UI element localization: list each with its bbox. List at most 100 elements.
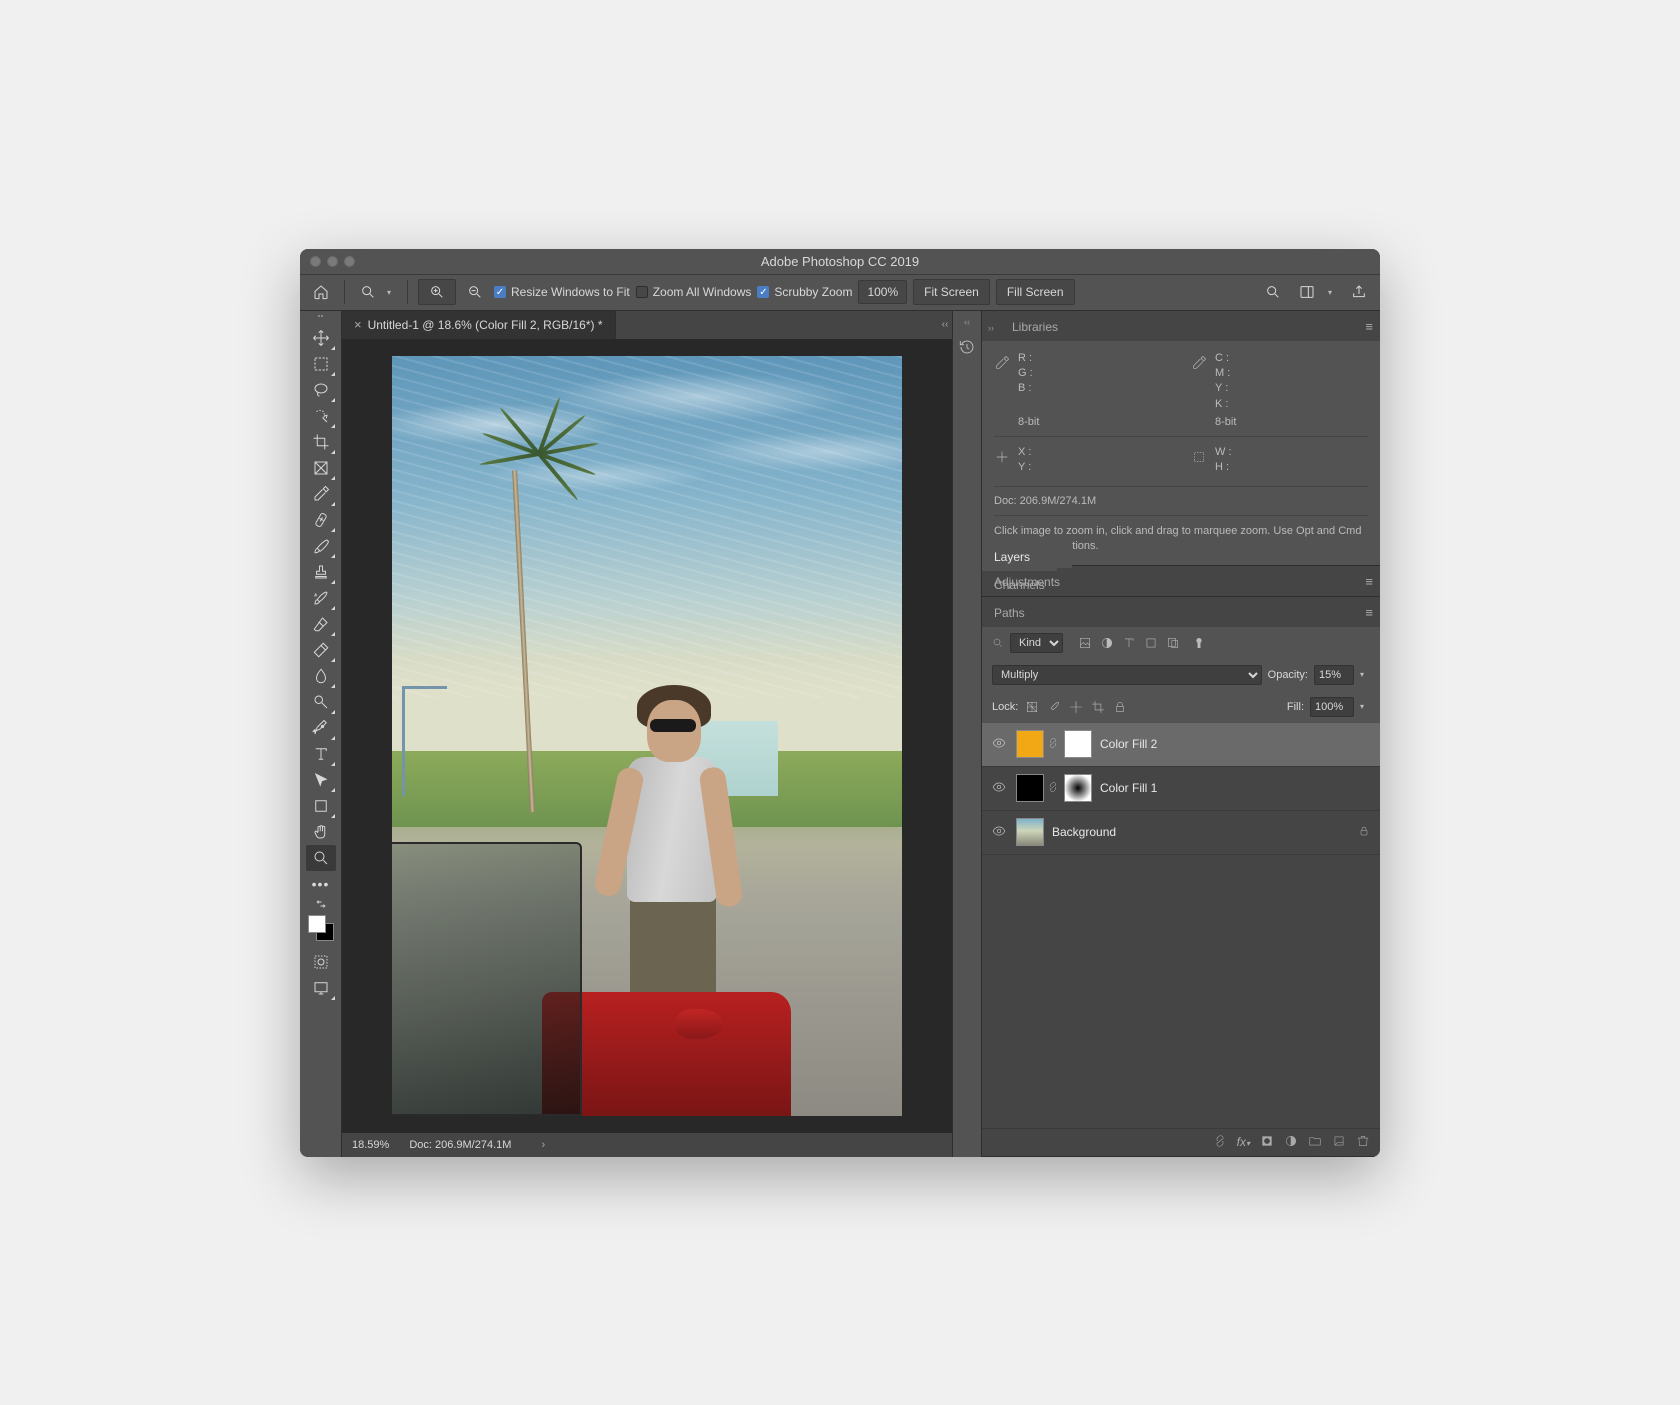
crop-tool[interactable]	[306, 429, 336, 455]
layer-row[interactable]: Background	[982, 811, 1380, 855]
frame-tool[interactable]	[306, 455, 336, 481]
document-tab[interactable]: × Untitled-1 @ 18.6% (Color Fill 2, RGB/…	[342, 311, 616, 339]
home-button[interactable]	[308, 279, 334, 305]
collapse-group-icon[interactable]: ››	[982, 323, 1000, 341]
close-window-button[interactable]	[310, 256, 321, 267]
panel-menu-icon[interactable]: ≡	[1365, 319, 1374, 334]
new-layer-icon[interactable]	[1332, 1134, 1346, 1151]
opacity-dropdown[interactable]: ▾	[1360, 670, 1370, 679]
layer-name[interactable]: Background	[1052, 825, 1116, 839]
brush-tool[interactable]	[306, 533, 336, 559]
healing-tool[interactable]	[306, 507, 336, 533]
expand-dock-icon[interactable]: ‹‹	[964, 317, 970, 327]
tab-paths[interactable]: Paths	[982, 599, 1057, 627]
filter-toggle-icon[interactable]	[1191, 635, 1207, 651]
pen-tool[interactable]	[306, 715, 336, 741]
layer-thumbnails[interactable]	[1016, 774, 1092, 802]
screen-mode-button[interactable]	[306, 975, 336, 1001]
layer-name[interactable]: Color Fill 2	[1100, 737, 1157, 751]
workspace-dropdown[interactable]: ▾	[1328, 288, 1338, 297]
zoom-tool[interactable]	[306, 845, 336, 871]
search-button[interactable]	[1260, 279, 1286, 305]
visibility-toggle-icon[interactable]	[992, 736, 1008, 753]
collapse-tabs-icon[interactable]: ‹‹	[938, 319, 952, 330]
zoom-out-button[interactable]	[462, 279, 488, 305]
link-mask-icon[interactable]	[1047, 737, 1061, 751]
edit-toolbar-button[interactable]: •••	[306, 871, 336, 897]
type-tool[interactable]	[306, 741, 336, 767]
share-button[interactable]	[1346, 279, 1372, 305]
layer-row[interactable]: Color Fill 1	[982, 767, 1380, 811]
eraser-tool[interactable]	[306, 611, 336, 637]
lock-all-icon[interactable]	[1112, 699, 1128, 715]
fill-screen-button[interactable]: Fill Screen	[996, 279, 1075, 305]
fg-bg-swatches[interactable]	[308, 915, 334, 941]
layer-fx-icon[interactable]: fx▾	[1237, 1135, 1250, 1149]
status-menu-icon[interactable]: ›	[541, 1139, 545, 1151]
scrubby-zoom-checkbox[interactable]: Scrubby Zoom	[757, 285, 852, 299]
filter-shape-icon[interactable]	[1143, 635, 1159, 651]
tab-layers[interactable]: Layers	[982, 543, 1057, 571]
eyedropper-tool[interactable]	[306, 481, 336, 507]
close-tab-icon[interactable]: ×	[354, 317, 362, 332]
lock-icon[interactable]	[1358, 825, 1370, 840]
status-zoom[interactable]: 18.59%	[352, 1139, 389, 1151]
blur-tool[interactable]	[306, 663, 336, 689]
new-adjustment-icon[interactable]	[1284, 1134, 1298, 1151]
fill-dropdown[interactable]: ▾	[1360, 702, 1370, 711]
move-tool[interactable]	[306, 325, 336, 351]
filter-pixel-icon[interactable]	[1077, 635, 1093, 651]
layer-thumbnails[interactable]	[1016, 818, 1044, 846]
tool-preset-dropdown[interactable]: ▾	[387, 288, 397, 297]
layer-name[interactable]: Color Fill 1	[1100, 781, 1157, 795]
add-mask-icon[interactable]	[1260, 1134, 1274, 1151]
maximize-window-button[interactable]	[344, 256, 355, 267]
panel-menu-icon[interactable]: ≡	[1365, 574, 1374, 589]
workspace-button[interactable]	[1294, 279, 1320, 305]
tab-channels[interactable]: Channels	[982, 571, 1057, 599]
filter-adjust-icon[interactable]	[1099, 635, 1115, 651]
tools-grip[interactable]	[306, 315, 336, 321]
status-doc-size[interactable]: Doc: 206.9M/274.1M	[409, 1139, 511, 1151]
link-layers-icon[interactable]	[1213, 1134, 1227, 1151]
fit-screen-button[interactable]: Fit Screen	[913, 279, 990, 305]
lock-pixels-icon[interactable]	[1046, 699, 1062, 715]
tab-libraries[interactable]: Libraries	[1000, 313, 1076, 341]
history-dock-icon[interactable]	[956, 336, 978, 358]
path-select-tool[interactable]	[306, 767, 336, 793]
zoom-percent-field[interactable]: 100%	[858, 280, 907, 304]
visibility-toggle-icon[interactable]	[992, 780, 1008, 797]
filter-type-icon[interactable]	[1121, 635, 1137, 651]
layer-filter-select[interactable]: Kind	[1010, 633, 1063, 653]
stamp-tool[interactable]	[306, 559, 336, 585]
opacity-field[interactable]	[1314, 665, 1354, 685]
history-brush-tool[interactable]	[306, 585, 336, 611]
gradient-tool[interactable]	[306, 637, 336, 663]
hand-tool[interactable]	[306, 819, 336, 845]
panel-menu-icon[interactable]: ≡	[1365, 605, 1374, 620]
dodge-tool[interactable]	[306, 689, 336, 715]
quick-select-tool[interactable]	[306, 403, 336, 429]
layer-thumbnails[interactable]	[1016, 730, 1092, 758]
link-mask-icon[interactable]	[1047, 781, 1061, 795]
layer-row[interactable]: Color Fill 2	[982, 723, 1380, 767]
visibility-toggle-icon[interactable]	[992, 824, 1008, 841]
filter-smart-icon[interactable]	[1165, 635, 1181, 651]
zoom-all-checkbox[interactable]: Zoom All Windows	[636, 285, 752, 299]
minimize-window-button[interactable]	[327, 256, 338, 267]
canvas[interactable]	[342, 339, 952, 1133]
marquee-tool[interactable]	[306, 351, 336, 377]
fill-field[interactable]	[1310, 697, 1354, 717]
delete-layer-icon[interactable]	[1356, 1134, 1370, 1151]
blend-mode-select[interactable]: Multiply	[992, 665, 1262, 685]
swap-colors-icon[interactable]	[306, 897, 336, 911]
lock-transparent-icon[interactable]	[1024, 699, 1040, 715]
quick-mask-button[interactable]	[306, 949, 336, 975]
lasso-tool[interactable]	[306, 377, 336, 403]
new-group-icon[interactable]	[1308, 1134, 1322, 1151]
tool-preset-icon[interactable]	[355, 279, 381, 305]
lock-artboard-icon[interactable]	[1090, 699, 1106, 715]
shape-tool[interactable]	[306, 793, 336, 819]
zoom-in-button[interactable]	[418, 279, 456, 305]
resize-windows-checkbox[interactable]: Resize Windows to Fit	[494, 285, 630, 299]
